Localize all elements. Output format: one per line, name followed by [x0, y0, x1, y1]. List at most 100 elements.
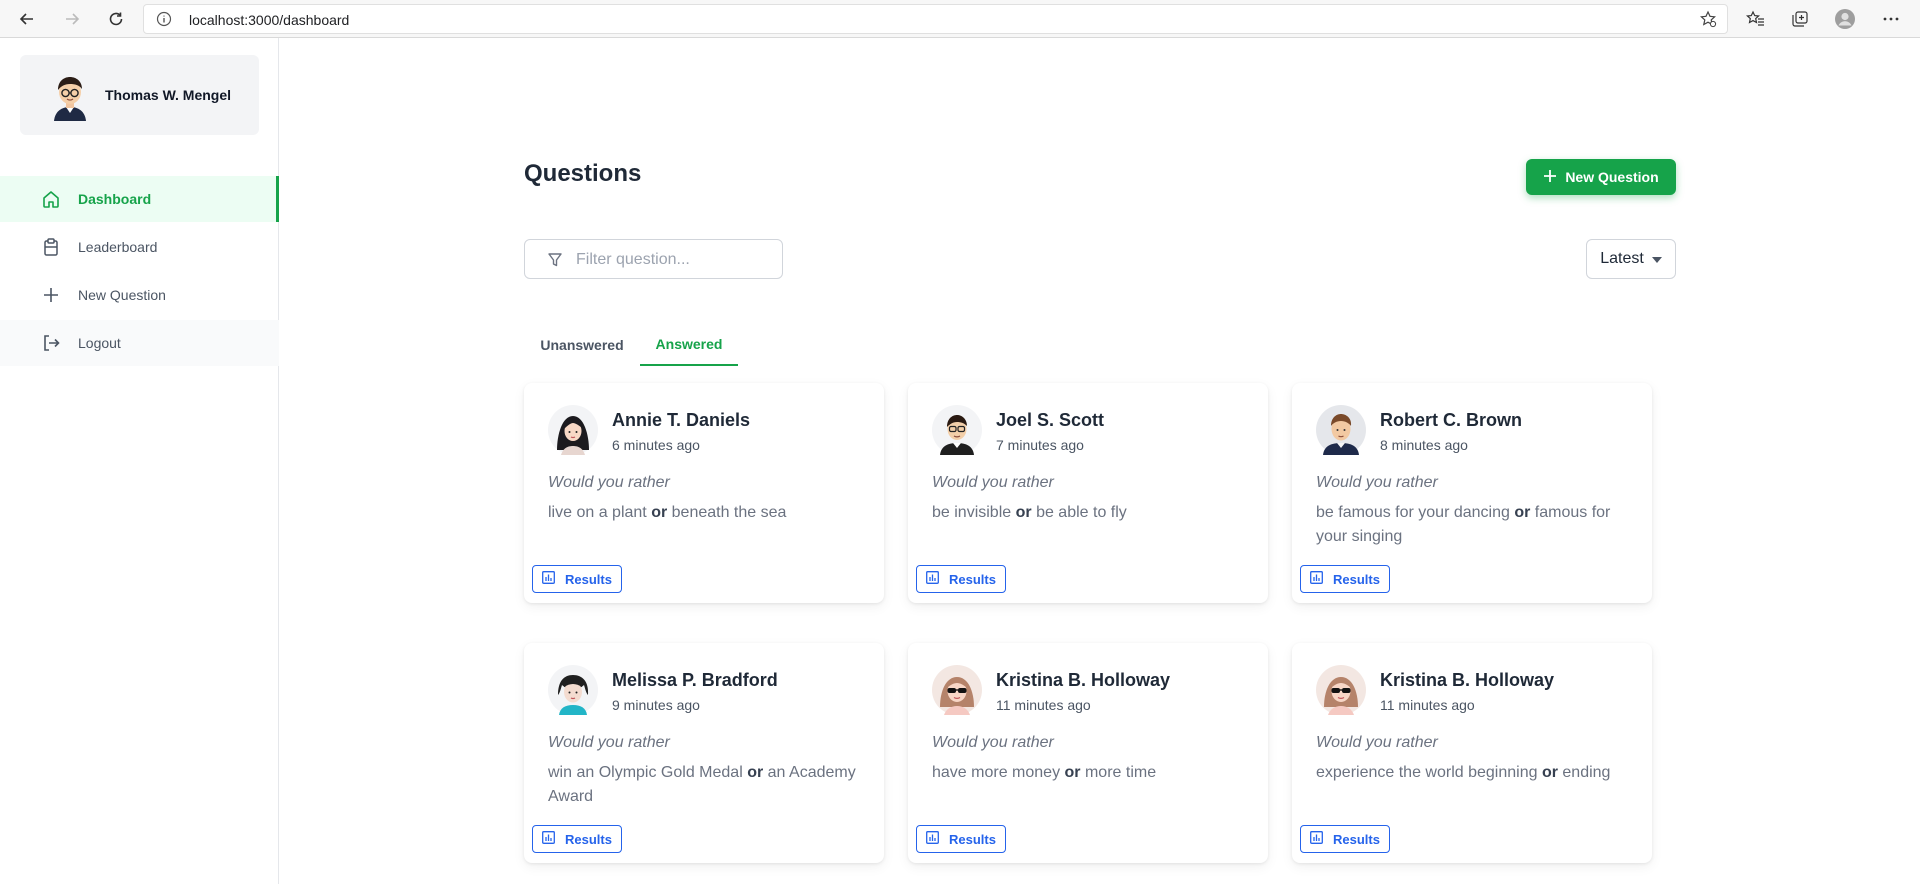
- sidebar-item-new-question[interactable]: New Question: [0, 272, 279, 318]
- question-options: have more money or more time: [932, 761, 1252, 785]
- option-two: be able to fly: [1036, 504, 1127, 521]
- question-options: win an Olympic Gold Medal or an Academy …: [548, 761, 868, 809]
- avatar: [1316, 665, 1366, 715]
- timestamp: 8 minutes ago: [1380, 437, 1468, 453]
- option-one: experience the world beginning: [1316, 764, 1538, 781]
- or-word: or: [651, 504, 668, 521]
- user-profile-card: Thomas W. Mengel: [20, 55, 259, 135]
- avatar: [44, 69, 96, 121]
- sidebar-item-dashboard[interactable]: Dashboard: [0, 176, 279, 222]
- sidebar-item-label: Dashboard: [78, 191, 152, 207]
- reload-icon[interactable]: [102, 6, 130, 32]
- option-one: be famous for your dancing: [1316, 504, 1510, 521]
- tab-unanswered[interactable]: Unanswered: [524, 324, 640, 366]
- logout-icon: [41, 333, 61, 353]
- new-question-button[interactable]: New Question: [1526, 159, 1676, 195]
- bar-chart-icon: [1310, 571, 1323, 587]
- results-button[interactable]: Results: [916, 565, 1006, 593]
- avatar: [548, 405, 598, 455]
- browser-toolbar: localhost:3000/dashboard: [0, 0, 1920, 38]
- results-button[interactable]: Results: [532, 825, 622, 853]
- profile-icon[interactable]: [1831, 6, 1859, 32]
- question-prompt: Would you rather: [932, 474, 1054, 491]
- more-icon[interactable]: [1877, 6, 1905, 32]
- question-prompt: Would you rather: [548, 734, 670, 751]
- option-one: be invisible: [932, 504, 1012, 521]
- avatar: [1316, 405, 1366, 455]
- question-options: live on a plant or beneath the sea: [548, 501, 868, 525]
- filter-question-input[interactable]: [574, 249, 778, 271]
- or-word: or: [1541, 764, 1558, 781]
- url-text: localhost:3000/dashboard: [189, 12, 350, 28]
- filter-question-field: [524, 239, 783, 279]
- question-card: Kristina B. Holloway 11 minutes ago Woul…: [1292, 643, 1652, 863]
- favorite-add-icon[interactable]: [1699, 10, 1717, 33]
- user-name: Thomas W. Mengel: [105, 87, 232, 103]
- results-label: Results: [949, 831, 996, 847]
- author-name: Melissa P. Bradford: [612, 670, 778, 690]
- avatar: [548, 665, 598, 715]
- results-button[interactable]: Results: [1300, 825, 1390, 853]
- collections-icon[interactable]: [1786, 6, 1814, 32]
- option-one: win an Olympic Gold Medal: [548, 764, 743, 781]
- results-label: Results: [565, 571, 612, 587]
- question-prompt: Would you rather: [932, 734, 1054, 751]
- results-label: Results: [949, 571, 996, 587]
- sort-select[interactable]: Latest: [1586, 239, 1676, 279]
- question-card: Kristina B. Holloway 11 minutes ago Woul…: [908, 643, 1268, 863]
- question-options: be invisible or be able to fly: [932, 501, 1252, 525]
- results-button[interactable]: Results: [1300, 565, 1390, 593]
- question-card: Robert C. Brown 8 minutes ago Would you …: [1292, 383, 1652, 603]
- or-word: or: [1514, 504, 1531, 521]
- option-two: ending: [1562, 764, 1611, 781]
- sidebar-item-label: Leaderboard: [78, 239, 158, 255]
- author-name: Joel S. Scott: [996, 410, 1105, 430]
- question-options: be famous for your dancing or famous for…: [1316, 501, 1636, 549]
- timestamp: 11 minutes ago: [1380, 697, 1475, 713]
- or-word: or: [747, 764, 764, 781]
- results-button[interactable]: Results: [916, 825, 1006, 853]
- question-prompt: Would you rather: [1316, 474, 1438, 491]
- sidebar-item-label: New Question: [78, 287, 166, 303]
- results-label: Results: [565, 831, 612, 847]
- address-bar[interactable]: localhost:3000/dashboard: [143, 4, 1728, 34]
- results-label: Results: [1333, 831, 1380, 847]
- option-two: beneath the sea: [671, 504, 787, 521]
- home-icon: [41, 189, 61, 209]
- plus-icon: [1543, 169, 1557, 186]
- sidebar-item-leaderboard[interactable]: Leaderboard: [0, 224, 279, 270]
- question-prompt: Would you rather: [1316, 734, 1438, 751]
- page-title: Questions: [524, 160, 642, 187]
- forward-icon[interactable]: [58, 6, 86, 32]
- new-question-label: New Question: [1565, 169, 1659, 185]
- timestamp: 7 minutes ago: [996, 437, 1084, 453]
- option-one: have more money: [932, 764, 1061, 781]
- bar-chart-icon: [542, 571, 555, 587]
- author-name: Kristina B. Holloway: [996, 670, 1171, 690]
- sidebar-item-label: Logout: [78, 335, 121, 351]
- question-prompt: Would you rather: [548, 474, 670, 491]
- tab-answered[interactable]: Answered: [640, 324, 738, 366]
- question-card: Annie T. Daniels 6 minutes ago Would you…: [524, 383, 884, 603]
- avatar: [932, 405, 982, 455]
- author-name: Kristina B. Holloway: [1380, 670, 1555, 690]
- plus-icon: [41, 285, 61, 305]
- bar-chart-icon: [1310, 831, 1323, 847]
- sidebar-item-logout[interactable]: Logout: [0, 320, 279, 366]
- sidebar: Thomas W. Mengel Dashboard Leaderboard N…: [0, 38, 279, 884]
- caret-down-icon: [1651, 250, 1662, 268]
- info-icon[interactable]: [156, 11, 172, 32]
- question-options: experience the world beginning or ending: [1316, 761, 1636, 785]
- author-name: Robert C. Brown: [1380, 410, 1522, 430]
- results-button[interactable]: Results: [532, 565, 622, 593]
- bar-chart-icon: [542, 831, 555, 847]
- back-icon[interactable]: [13, 6, 41, 32]
- clipboard-icon: [41, 237, 61, 257]
- option-one: live on a plant: [548, 504, 647, 521]
- author-name: Annie T. Daniels: [612, 410, 751, 430]
- timestamp: 11 minutes ago: [996, 697, 1091, 713]
- results-label: Results: [1333, 571, 1380, 587]
- favorites-icon[interactable]: [1742, 6, 1770, 32]
- question-card: Melissa P. Bradford 9 minutes ago Would …: [524, 643, 884, 863]
- bar-chart-icon: [926, 571, 939, 587]
